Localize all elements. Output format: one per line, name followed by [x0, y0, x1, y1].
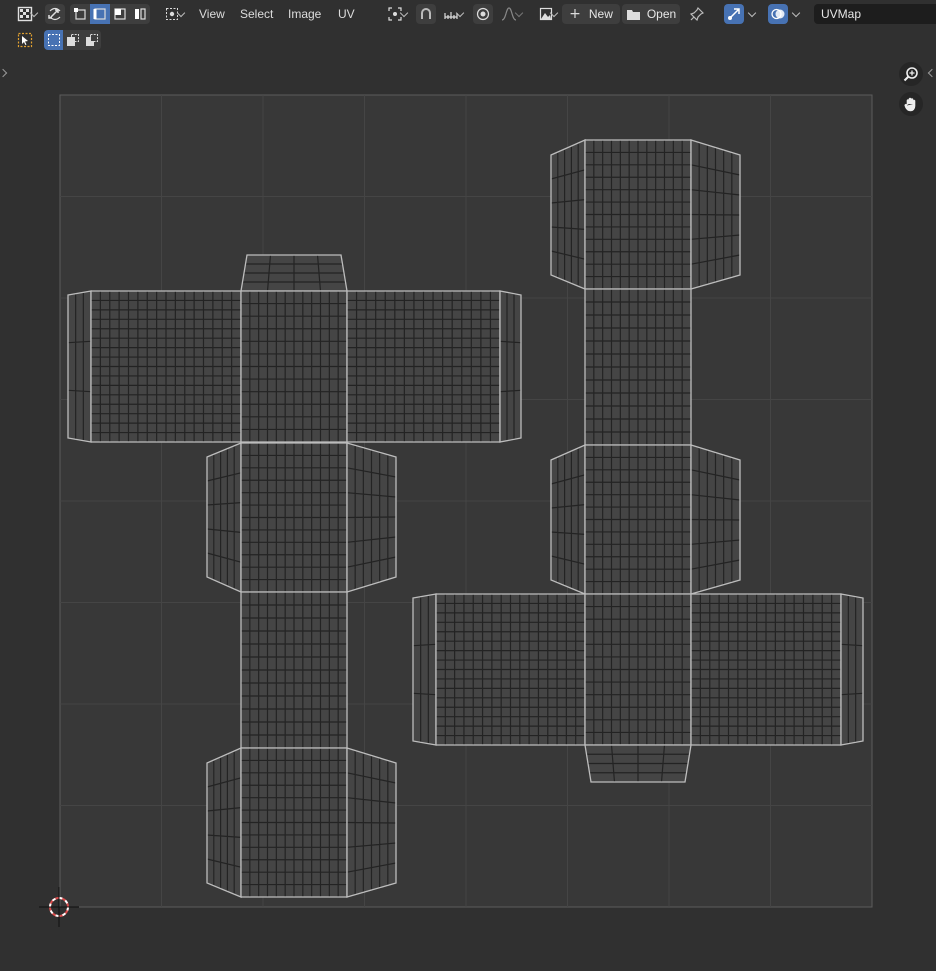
pan-button[interactable]: [899, 92, 923, 116]
plus-icon: +: [569, 6, 581, 22]
uv-face[interactable]: [690, 139, 741, 290]
uv-face[interactable]: [499, 290, 522, 443]
uv-face[interactable]: [690, 593, 842, 746]
snap-target-dropdown[interactable]: [436, 4, 466, 24]
face-select-mode[interactable]: [110, 4, 130, 24]
proportional-falloff-dropdown[interactable]: [494, 4, 524, 24]
pivot-point-dropdown[interactable]: [380, 4, 410, 24]
uv-face[interactable]: [206, 442, 242, 593]
uv-face[interactable]: [67, 290, 92, 443]
tool-settings-bar: [0, 28, 936, 52]
uv-face[interactable]: [690, 444, 741, 595]
menu-uv[interactable]: UV: [338, 4, 355, 24]
new-image-button[interactable]: + New: [562, 4, 620, 24]
uv-face[interactable]: [346, 747, 397, 898]
pin-image-toggle[interactable]: [686, 4, 708, 24]
overlay-toggle[interactable]: [768, 4, 788, 24]
uv-editor-viewport[interactable]: [0, 52, 936, 971]
vertex-select-mode[interactable]: [70, 4, 90, 24]
uv-face[interactable]: [346, 442, 397, 593]
uv-face[interactable]: [412, 593, 437, 746]
falloff-curve-icon: [501, 7, 517, 21]
sticky-selection-dropdown[interactable]: [158, 4, 186, 24]
uv-face[interactable]: [584, 593, 692, 746]
pin-icon: [690, 7, 704, 21]
uv-face[interactable]: [240, 442, 348, 593]
uv-face[interactable]: [584, 744, 692, 783]
select-new-icon: [47, 34, 60, 46]
select-extend-icon: [66, 34, 79, 46]
uv-face[interactable]: [550, 444, 586, 595]
chevron-down-icon: [747, 8, 757, 18]
uv-face[interactable]: [90, 290, 242, 443]
menu-view[interactable]: View: [199, 4, 225, 24]
uv-face[interactable]: [584, 139, 692, 290]
uv-face[interactable]: [550, 139, 586, 290]
vertex-select-icon: [74, 8, 86, 20]
select-subtract-icon: [85, 34, 98, 46]
editor-type-button[interactable]: [10, 4, 40, 24]
uv-face[interactable]: [840, 593, 864, 746]
snap-toggle[interactable]: [416, 4, 436, 24]
open-image-button[interactable]: Open: [622, 4, 680, 24]
island-select-mode[interactable]: [130, 4, 150, 24]
menu-select[interactable]: Select: [240, 4, 273, 24]
face-select-icon: [114, 8, 126, 20]
menu-image[interactable]: Image: [288, 4, 321, 24]
zoom-button[interactable]: [899, 62, 923, 86]
island-select-icon: [135, 8, 146, 20]
uv-sync-selection-toggle[interactable]: [45, 4, 65, 24]
uv-bounds-grid: [59, 94, 873, 908]
zoom-icon: [903, 67, 918, 82]
proportional-editing-toggle[interactable]: [473, 4, 493, 24]
snap-icon: [421, 8, 431, 19]
edge-select-mode[interactable]: [90, 4, 110, 24]
uv-sync-selection-icon: [48, 7, 61, 21]
active-tool-button[interactable]: [14, 30, 36, 50]
select-mode-subtract[interactable]: [82, 30, 101, 50]
image-browse-dropdown[interactable]: [532, 4, 560, 24]
select-mode-new[interactable]: [44, 30, 63, 50]
gizmo-toggle[interactable]: [724, 4, 744, 24]
chevron-down-icon: [791, 8, 801, 18]
hand-pan-icon: [904, 97, 916, 112]
uv-map-selector[interactable]: UVMap: [814, 4, 936, 24]
gizmo-dropdown[interactable]: [744, 4, 760, 24]
proportional-editing-icon: [476, 7, 490, 21]
uv-editor-header: View Select Image UV + New Open UVMap: [0, 0, 936, 28]
uv-face[interactable]: [435, 593, 586, 746]
uv-grid-canvas: [39, 94, 873, 927]
overlay-icon: [771, 8, 785, 20]
gizmo-icon: [728, 8, 740, 20]
open-label: Open: [646, 7, 677, 21]
new-label: New: [588, 7, 613, 21]
select-box-tool-icon: [17, 32, 33, 48]
uv-face[interactable]: [206, 747, 242, 898]
overlay-dropdown[interactable]: [788, 4, 804, 24]
edge-select-icon: [93, 8, 106, 20]
uv-face[interactable]: [584, 444, 692, 595]
uv-face[interactable]: [240, 254, 348, 292]
uv-face[interactable]: [240, 591, 348, 749]
select-mode-extend[interactable]: [63, 30, 82, 50]
folder-icon: [626, 9, 640, 20]
uv-face[interactable]: [346, 290, 501, 443]
uv-face[interactable]: [584, 288, 692, 446]
uv-face[interactable]: [240, 290, 348, 443]
uv-face[interactable]: [240, 747, 348, 898]
